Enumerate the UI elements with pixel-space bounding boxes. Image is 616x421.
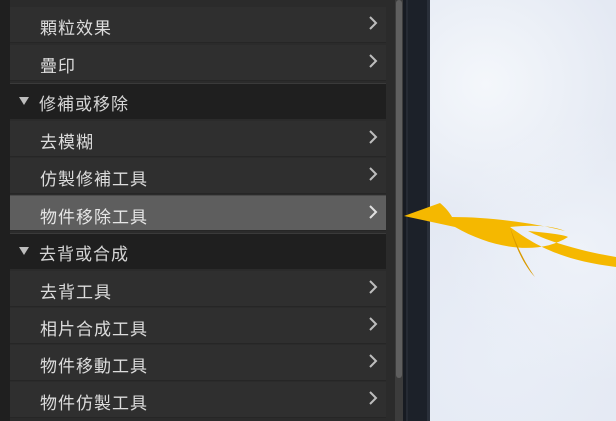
arrow-pointer-icon <box>404 203 616 277</box>
chevron-right-icon <box>369 167 378 181</box>
menu-item-grain-effect[interactable]: 顆粒效果 <box>10 7 386 43</box>
menu-item-label: 相片合成工具 <box>40 320 148 340</box>
scrollbar-thumb[interactable] <box>396 0 402 378</box>
panel-edge <box>0 0 10 421</box>
menu-item-label: 疊印 <box>40 57 76 77</box>
menu-item-cutout-tool[interactable]: 去背工具 <box>10 271 386 307</box>
menu-item-label: 仿製修補工具 <box>40 170 148 190</box>
chevron-right-icon <box>369 391 378 405</box>
chevron-right-icon <box>369 130 378 144</box>
chevron-right-icon <box>369 317 378 331</box>
section-title: 修補或移除 <box>39 95 129 115</box>
menu-item-object-clone-tool[interactable]: 物件仿製工具 <box>10 382 386 418</box>
menu-item-overprint[interactable]: 疊印 <box>10 45 386 81</box>
menu-item-label: 物件移除工具 <box>40 208 148 228</box>
menu-item-label: 去模糊 <box>40 133 94 153</box>
chevron-right-icon <box>369 54 378 68</box>
menu-item-label: 顆粒效果 <box>40 19 112 39</box>
menu-item-label: 物件移動工具 <box>40 357 148 377</box>
menu-item-clone-repair-tool[interactable]: 仿製修補工具 <box>10 158 386 194</box>
chevron-right-icon <box>369 205 378 219</box>
effects-panel: 顆粒效果 疊印 修補或移除 去模糊 仿製修補工具 物件移除工具 去背或合成 去背… <box>0 0 395 421</box>
menu-item-object-move-tool[interactable]: 物件移動工具 <box>10 345 386 381</box>
menu-item-photo-composite-tool[interactable]: 相片合成工具 <box>10 308 386 344</box>
triangle-down-icon <box>19 97 29 105</box>
chevron-right-icon <box>369 280 378 294</box>
chevron-right-icon <box>369 354 378 368</box>
section-header-repair-remove[interactable]: 修補或移除 <box>10 83 386 119</box>
menu-item-object-removal-tool[interactable]: 物件移除工具 <box>10 195 386 231</box>
section-title: 去背或合成 <box>39 245 129 265</box>
menu-item-label: 去背工具 <box>40 283 112 303</box>
triangle-down-icon <box>19 247 29 255</box>
section-header-cutout-composite[interactable]: 去背或合成 <box>10 233 386 269</box>
chevron-right-icon <box>369 16 378 30</box>
menu-item-deblur[interactable]: 去模糊 <box>10 121 386 157</box>
menu-item-label: 物件仿製工具 <box>40 394 148 414</box>
